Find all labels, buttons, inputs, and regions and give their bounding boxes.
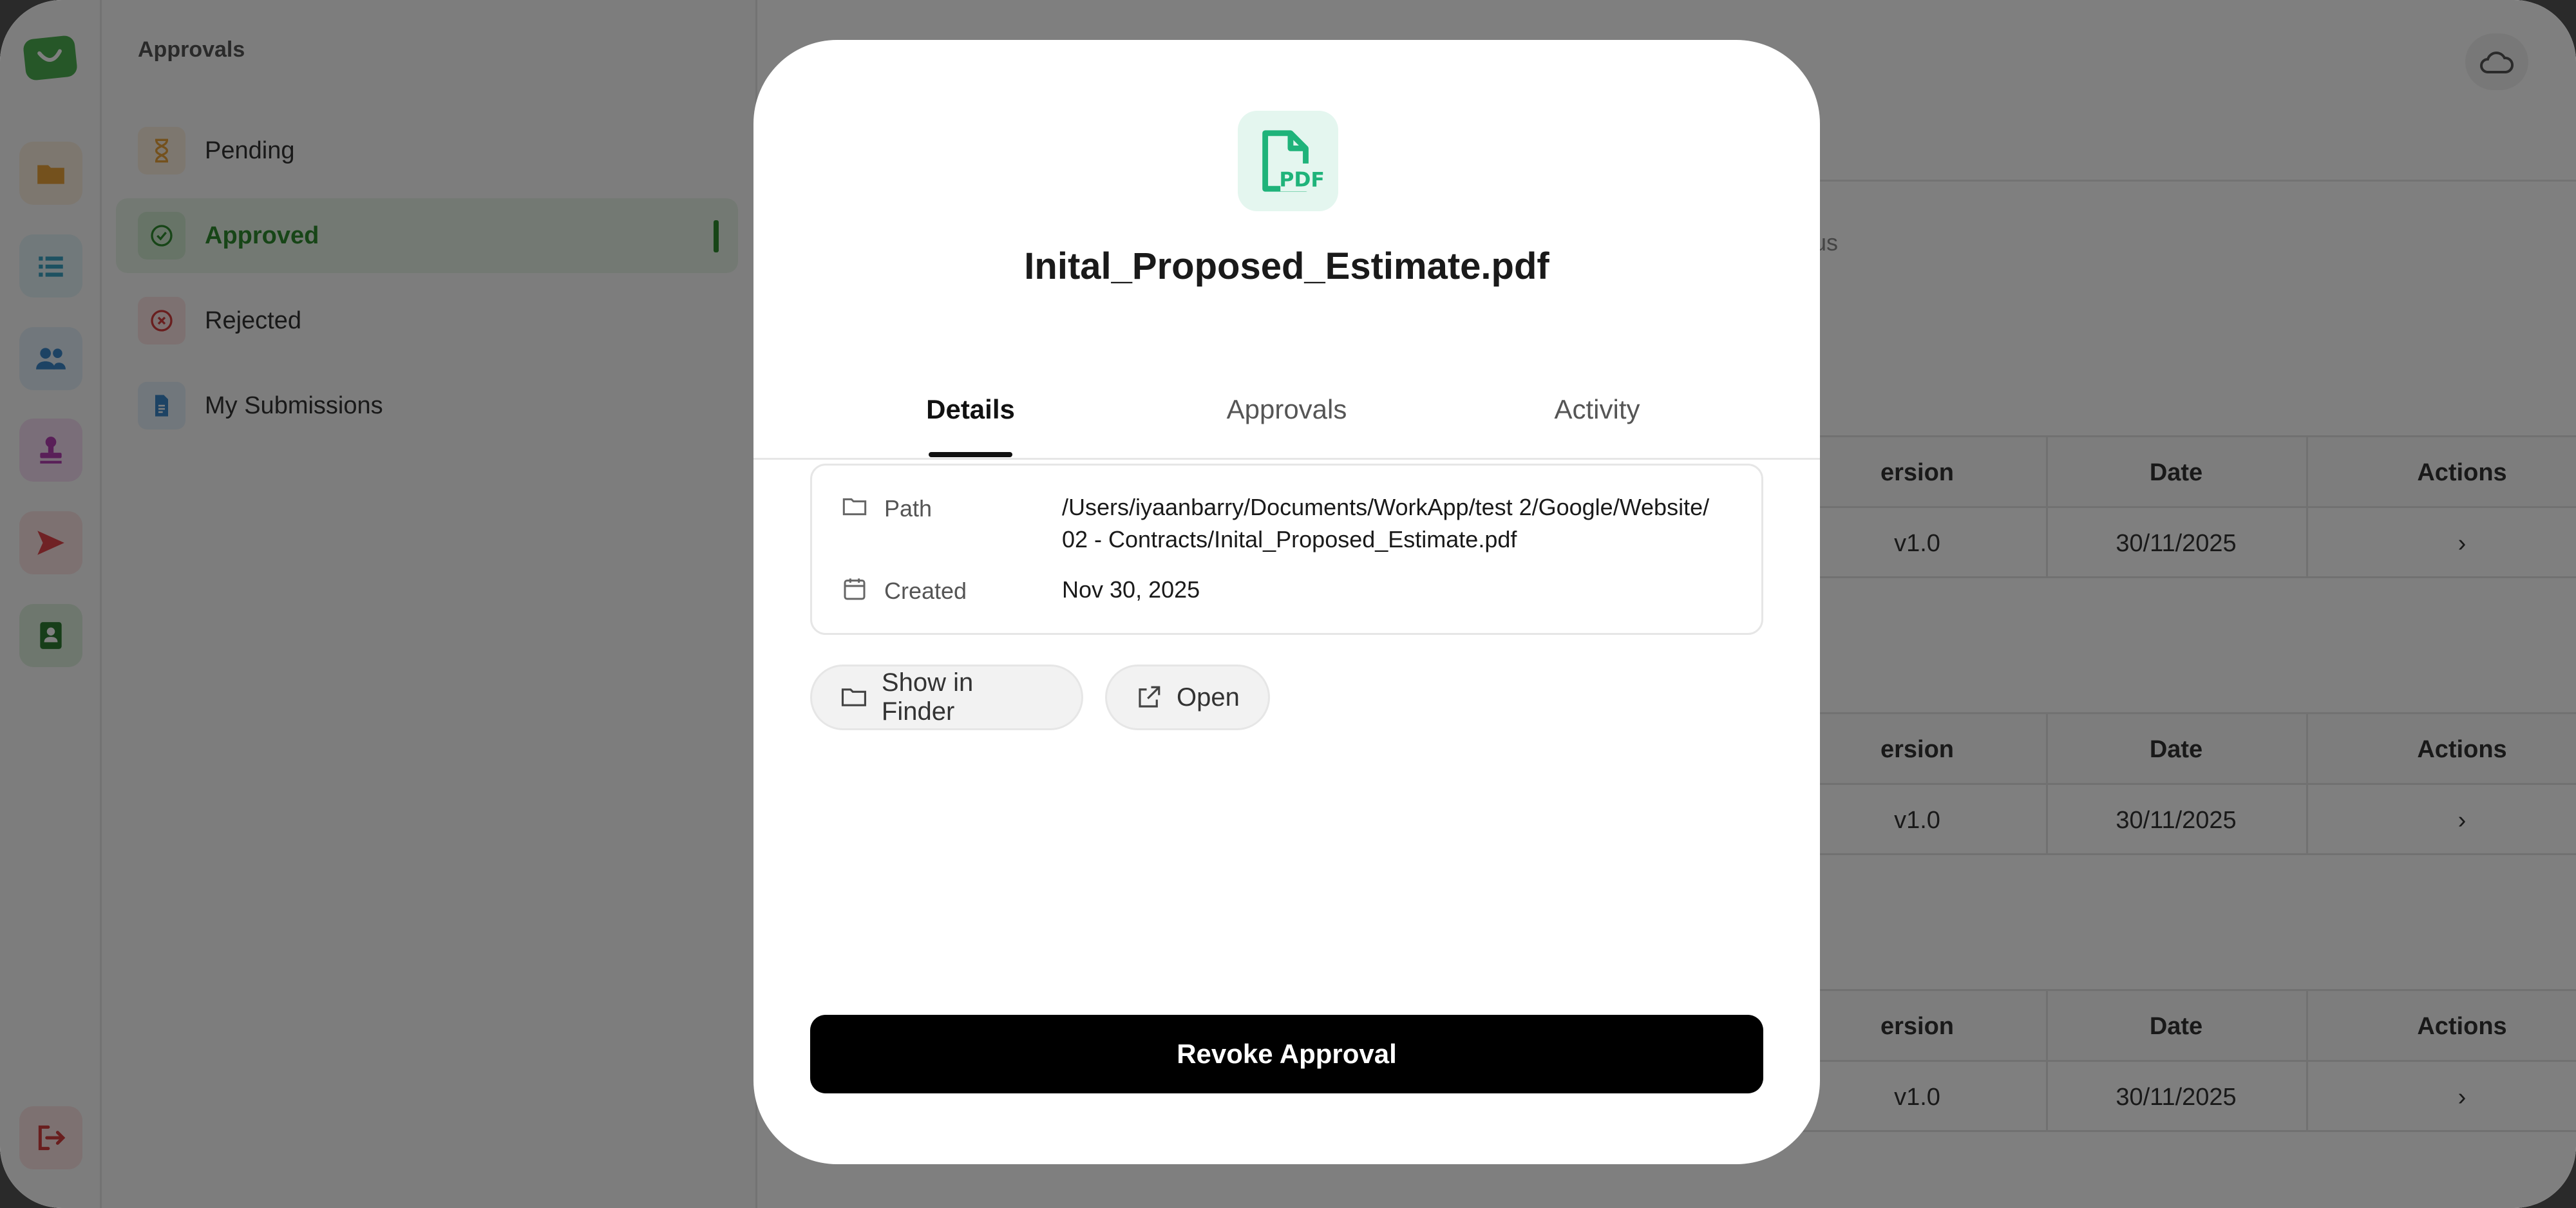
external-link-icon	[1139, 686, 1160, 708]
path-value: /Users/iyaanbarry/Documents/WorkApp/test…	[1062, 494, 1710, 552]
revoke-approval-button[interactable]: Revoke Approval	[810, 1015, 1763, 1093]
tab-activity[interactable]: Activity	[1520, 394, 1674, 425]
pdf-badge-text: PDF	[1279, 168, 1323, 191]
tab-approvals[interactable]: Approvals	[1198, 394, 1376, 425]
path-label: Path	[884, 495, 933, 522]
folder-icon	[842, 498, 867, 516]
modal-tabs: Details Approvals Activity	[753, 362, 1820, 460]
file-info-card: Path /Users/iyaanbarry/Documents/WorkApp…	[810, 464, 1763, 635]
app-window: Approvals Pending Approved Rejected My	[0, 0, 2576, 1208]
created-label: Created	[884, 578, 967, 604]
active-tab-underline	[929, 452, 1012, 457]
pdf-file-badge: PDF	[1238, 111, 1338, 211]
show-in-finder-button[interactable]: Show in Finder	[810, 665, 1083, 730]
calendar-icon	[844, 578, 866, 600]
file-details-modal: PDF Inital_Proposed_Estimate.pdf Details…	[753, 40, 1820, 1164]
file-name-title: Inital_Proposed_Estimate.pdf	[1024, 245, 1549, 287]
open-file-button[interactable]: Open	[1105, 665, 1270, 730]
pdf-file-icon: PDF	[1262, 130, 1323, 192]
folder-icon	[841, 688, 866, 706]
created-value: Nov 30, 2025	[1062, 576, 1200, 603]
tab-details[interactable]: Details	[890, 394, 1051, 425]
